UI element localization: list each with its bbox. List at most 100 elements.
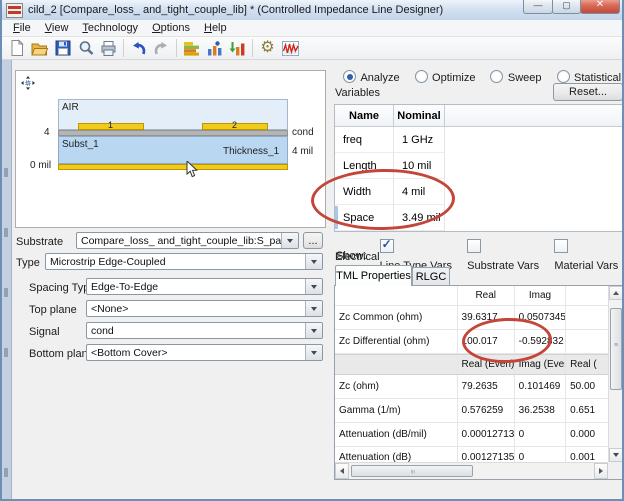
chevron-down-icon[interactable] xyxy=(305,254,322,269)
signal-label: Signal xyxy=(29,326,60,338)
close-button[interactable]: ✕ xyxy=(580,0,620,14)
toolbar-separator xyxy=(123,39,124,57)
bottom-plane-layer[interactable] xyxy=(58,164,288,170)
type-label: Type xyxy=(16,257,40,269)
scroll-up-icon[interactable] xyxy=(609,286,623,300)
checkbox-icon xyxy=(467,239,481,253)
variables-label: Variables xyxy=(335,87,380,99)
table-row-gamma[interactable]: Gamma (1/m) 0.576259 36.2538 0.651 xyxy=(335,399,608,423)
redo-icon[interactable] xyxy=(150,37,173,59)
row-selection-indicator xyxy=(335,206,338,229)
substrate-label: Substrate xyxy=(16,236,63,248)
maximize-button[interactable]: ▢ xyxy=(552,0,581,14)
table-row-attenuation-db[interactable]: Attenuation (dB) 0.00127135 0 0.001 xyxy=(335,447,608,462)
table-row-freq[interactable]: freq 1 GHz xyxy=(335,127,445,153)
table-row-zc[interactable]: Zc (ohm) 79.2635 0.101469 50.00 xyxy=(335,375,608,399)
bottom-plane-label: Bottom plane xyxy=(29,348,94,360)
title-bar[interactable]: cild_2 [Compare_loss_ and_tight_couple_l… xyxy=(2,0,622,21)
tml-properties-panel: Real Imag Zc Common (ohm) 39.6317 0.0507… xyxy=(334,285,624,480)
menu-options[interactable]: Options xyxy=(145,21,197,35)
open-folder-icon[interactable] xyxy=(28,37,51,59)
radio-optimize[interactable]: Optimize xyxy=(415,68,476,86)
electrical-label: Electrical xyxy=(335,251,380,263)
settings-gear-icon[interactable]: ⚙ xyxy=(256,37,279,59)
tab-tml-properties[interactable]: TML Properties xyxy=(335,265,412,286)
checkbox-icon xyxy=(554,239,568,253)
menu-file[interactable]: File xyxy=(6,21,38,35)
search-icon[interactable] xyxy=(74,37,97,59)
scrollbar-corner xyxy=(608,462,623,479)
left-splitter-strip[interactable] xyxy=(2,60,12,501)
scroll-right-icon[interactable] xyxy=(594,463,608,479)
type-select[interactable]: Microstrip Edge-Coupled xyxy=(45,253,323,270)
substrate-browse-button[interactable]: ... xyxy=(303,232,323,249)
app-icon xyxy=(6,3,23,18)
radio-icon xyxy=(490,70,503,83)
pan-move-icon[interactable] xyxy=(21,76,35,95)
tml-table[interactable]: Real Imag Zc Common (ohm) 39.6317 0.0507… xyxy=(335,286,608,462)
cond-layer-label: cond xyxy=(292,127,314,138)
variables-table-header[interactable]: Name Nominal xyxy=(335,105,622,127)
radio-analyze[interactable]: Analyze xyxy=(343,68,400,86)
save-icon[interactable] xyxy=(51,37,74,59)
toolbar-separator xyxy=(252,39,253,57)
radio-sweep[interactable]: Sweep xyxy=(490,68,541,86)
undo-icon[interactable] xyxy=(127,37,150,59)
substrate-select[interactable]: Compare_loss_ and_tight_couple_lib:S_par… xyxy=(76,232,299,249)
table-row-space[interactable]: Space 3.49 mil xyxy=(335,205,445,231)
top-plane-select[interactable]: <None> xyxy=(86,300,323,317)
horizontal-scroll-thumb[interactable]: ≡ xyxy=(351,465,473,477)
checkbox-material-vars[interactable]: Material Vars xyxy=(554,238,622,274)
reset-button[interactable]: Reset... xyxy=(553,83,623,101)
checkbox-substrate-vars[interactable]: Substrate Vars xyxy=(467,238,541,274)
tml-header-row[interactable]: Real Imag xyxy=(335,286,608,306)
chevron-down-icon[interactable] xyxy=(305,323,322,338)
cross-section-view[interactable]: AIR 1 2 4 cond Subst_1 Thickness_1 4 mil… xyxy=(15,70,326,228)
top-plane-label: Top plane xyxy=(29,304,77,316)
chevron-down-icon[interactable] xyxy=(281,233,298,248)
new-document-icon[interactable] xyxy=(5,37,28,59)
toolbar: ⚙ xyxy=(2,36,622,60)
window-title: cild_2 [Compare_loss_ and_tight_couple_l… xyxy=(28,4,443,16)
tml-subheader-row: Real (Even) Imag (Even) Real ( xyxy=(335,354,608,375)
signal-select[interactable]: cond xyxy=(86,322,323,339)
baseline-label: 0 mil xyxy=(30,160,51,171)
table-row-attenuation-per-mil[interactable]: Attenuation (dB/mil) 0.000127135 0 0.000 xyxy=(335,423,608,447)
table-row-zc-differential[interactable]: Zc Differential (ohm) 100.017 -0.592832 xyxy=(335,330,608,354)
horizontal-scrollbar[interactable]: ≡ xyxy=(335,462,608,479)
menu-help[interactable]: Help xyxy=(197,21,234,35)
checkbox-icon xyxy=(380,239,394,253)
thickness-label: Thickness_1 xyxy=(223,146,279,157)
chevron-down-icon[interactable] xyxy=(305,301,322,316)
vertical-scroll-thumb[interactable]: ≡ xyxy=(610,308,622,390)
radio-icon xyxy=(343,70,356,83)
tab-rlgc[interactable]: RLGC xyxy=(412,267,450,286)
trace-1-label: 1 xyxy=(108,120,113,130)
variables-table: Name Nominal freq 1 GHz Length 10 mil Wi… xyxy=(334,104,623,232)
minimize-button[interactable]: — xyxy=(523,0,553,14)
vertical-scrollbar[interactable]: ≡ xyxy=(608,286,623,462)
spacing-type-select[interactable]: Edge-To-Edge xyxy=(86,278,323,295)
table-row-zc-common[interactable]: Zc Common (ohm) 39.6317 0.0507345 xyxy=(335,306,608,330)
bar-chart-analyze-icon[interactable] xyxy=(203,37,226,59)
chart-export-icon[interactable] xyxy=(226,37,249,59)
air-label: AIR xyxy=(62,102,79,113)
trace-2-label: 2 xyxy=(232,120,237,130)
scroll-down-icon[interactable] xyxy=(609,448,623,462)
stackup-layers-icon[interactable] xyxy=(180,37,203,59)
table-row-width[interactable]: Width 4 mil xyxy=(335,179,445,205)
substrate-name-label: Subst_1 xyxy=(62,139,99,150)
chevron-down-icon[interactable] xyxy=(305,279,322,294)
cond-height-label: 4 xyxy=(44,127,50,138)
app-window: cild_2 [Compare_loss_ and_tight_couple_l… xyxy=(0,0,624,501)
menu-technology[interactable]: Technology xyxy=(75,21,145,35)
table-row-length[interactable]: Length 10 mil xyxy=(335,153,445,179)
bottom-plane-select[interactable]: <Bottom Cover> xyxy=(86,344,323,361)
toolbar-separator xyxy=(176,39,177,57)
scroll-left-icon[interactable] xyxy=(335,463,349,479)
print-icon[interactable] xyxy=(97,37,120,59)
chevron-down-icon[interactable] xyxy=(305,345,322,360)
menu-view[interactable]: View xyxy=(38,21,76,35)
waveform-icon[interactable] xyxy=(279,37,302,59)
thickness-value-label: 4 mil xyxy=(292,146,313,157)
